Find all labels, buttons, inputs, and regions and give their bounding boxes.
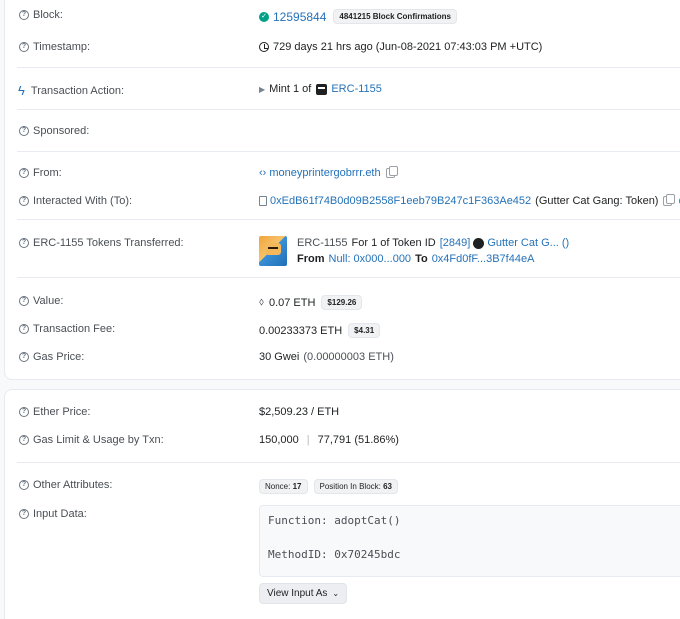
contract-address-link[interactable]: 0xEdB61f74B0d09B2558F1eeb79B247c1F363Ae4… <box>270 195 531 207</box>
nonce-badge: Nonce: 17 <box>259 479 308 494</box>
fee-usd-badge: $4.31 <box>348 323 381 338</box>
input-data-label: ? Input Data: <box>19 508 87 520</box>
question-icon[interactable]: ? <box>19 10 29 20</box>
tokens-transferred-label: ? ERC-1155 Tokens Transferred: <box>19 237 184 249</box>
caret-right-icon: ▶ <box>259 84 266 94</box>
tokens-transferred-row: ? ERC-1155 Tokens Transferred: ERC-1155 … <box>5 236 680 269</box>
question-icon[interactable]: ? <box>19 352 29 362</box>
timestamp-label: ? Timestamp: <box>19 41 90 53</box>
gas-price-label: ? Gas Price: <box>19 351 84 363</box>
question-icon[interactable]: ? <box>19 407 29 417</box>
question-icon[interactable]: ? <box>19 509 29 519</box>
gutter-cat-nft-image[interactable] <box>259 236 287 266</box>
transaction-overview-card: ? Block: ✓ 12595844 4841215 Block Confir… <box>4 0 680 380</box>
divider <box>17 219 680 220</box>
divider <box>17 462 680 463</box>
question-icon[interactable]: ? <box>19 296 29 306</box>
transaction-more-details-card: ? Ether Price: $2,509.23 / ETH ? Gas Lim… <box>4 389 680 619</box>
lightning-icon: ϟ <box>18 83 25 98</box>
to-address-link[interactable]: 0x4Fd0fF...3B7f44eA <box>432 253 535 265</box>
transaction-action-value: ▶ Mint 1 of ERC-1155 <box>259 83 382 95</box>
question-icon[interactable]: ? <box>19 480 29 490</box>
block-value: ✓ 12595844 4841215 Block Confirmations <box>259 9 457 24</box>
timestamp-value: 729 days 21 hrs ago (Jun-08-2021 07:43:0… <box>259 41 542 53</box>
value-value: ⬨ 0.07 ETH $129.26 <box>259 295 363 310</box>
sponsored-label: ? Sponsored: <box>19 125 89 137</box>
from-value: ‹› moneyprintergobrrr.eth <box>259 166 398 179</box>
clock-icon <box>259 42 269 52</box>
copy-icon[interactable] <box>663 194 676 206</box>
check-circle-icon: ✓ <box>259 11 269 22</box>
transfer-line-1: ERC-1155 For 1 of Token ID [2849] Gutter… <box>297 237 570 249</box>
transaction-action-label: ϟ Transaction Action: <box>18 83 125 98</box>
ens-icon: ‹› <box>259 167 267 179</box>
usd-value-badge: $129.26 <box>321 295 363 310</box>
divider <box>17 109 680 110</box>
token-name-link[interactable]: Gutter Cat G... () <box>487 237 569 249</box>
interacted-with-label: ? Interacted With (To): <box>19 195 132 207</box>
other-attributes-value: Nonce: 17 Position In Block: 63 <box>259 479 399 494</box>
question-icon[interactable]: ? <box>19 238 29 248</box>
divider <box>17 67 680 68</box>
gas-limit-value: 150,000 | 77,791 (51.86%) <box>259 434 399 446</box>
interacted-with-value: 0xEdB61f74B0d09B2558F1eeb79B247c1F363Ae4… <box>259 194 680 207</box>
view-input-as-button[interactable]: View Input As ⌄ <box>259 583 348 604</box>
from-label: ? From: <box>19 167 62 179</box>
divider <box>17 151 680 152</box>
ethereum-icon: ⬨ <box>259 296 264 308</box>
question-icon[interactable]: ? <box>19 435 29 445</box>
transfer-line-2: From Null: 0x000...000 To 0x4Fd0fF...3B7… <box>297 253 535 265</box>
question-icon[interactable]: ? <box>19 126 29 136</box>
chevron-down-icon: ⌄ <box>332 589 340 598</box>
other-attributes-label: ? Other Attributes: <box>19 479 112 491</box>
separator: | <box>306 434 310 446</box>
input-function-line: Function: adoptCat() <box>268 514 401 527</box>
token-id-link[interactable]: [2849] <box>440 237 471 249</box>
confirmations-badge: 4841215 Block Confirmations <box>333 9 457 24</box>
copy-icon[interactable] <box>385 166 398 178</box>
block-label: ? Block: <box>19 9 63 21</box>
value-label: ? Value: <box>19 295 63 307</box>
divider <box>17 277 680 278</box>
input-data-textarea[interactable]: Function: adoptCat() MethodID: 0x70245bd… <box>259 505 680 577</box>
contract-name: (Gutter Cat Gang: Token) <box>535 195 659 207</box>
question-icon[interactable]: ? <box>19 324 29 334</box>
question-icon[interactable]: ? <box>19 42 29 52</box>
from-address-link[interactable]: moneyprintergobrrr.eth <box>269 167 380 179</box>
gas-price-value: 30 Gwei (0.00000003 ETH) <box>259 351 394 363</box>
question-icon[interactable]: ? <box>19 196 29 206</box>
gutter-cat-token-icon <box>473 237 485 249</box>
transaction-fee-value: 0.00233373 ETH $4.31 <box>259 323 381 338</box>
ether-price-label: ? Ether Price: <box>19 406 90 418</box>
position-badge: Position In Block: 63 <box>313 479 399 494</box>
null-address-link[interactable]: Null: 0x000...000 <box>329 253 412 265</box>
contract-file-icon <box>259 196 267 206</box>
block-number-link[interactable]: 12595844 <box>273 10 326 24</box>
erc1155-token-link[interactable]: ERC-1155 <box>331 83 382 95</box>
question-icon[interactable]: ? <box>19 168 29 178</box>
token-icon <box>316 83 328 95</box>
gas-limit-label: ? Gas Limit & Usage by Txn: <box>19 434 164 446</box>
transaction-fee-label: ? Transaction Fee: <box>19 323 115 335</box>
ether-price-value: $2,509.23 / ETH <box>259 406 340 418</box>
input-method-line: MethodID: 0x70245bdc <box>268 548 401 561</box>
